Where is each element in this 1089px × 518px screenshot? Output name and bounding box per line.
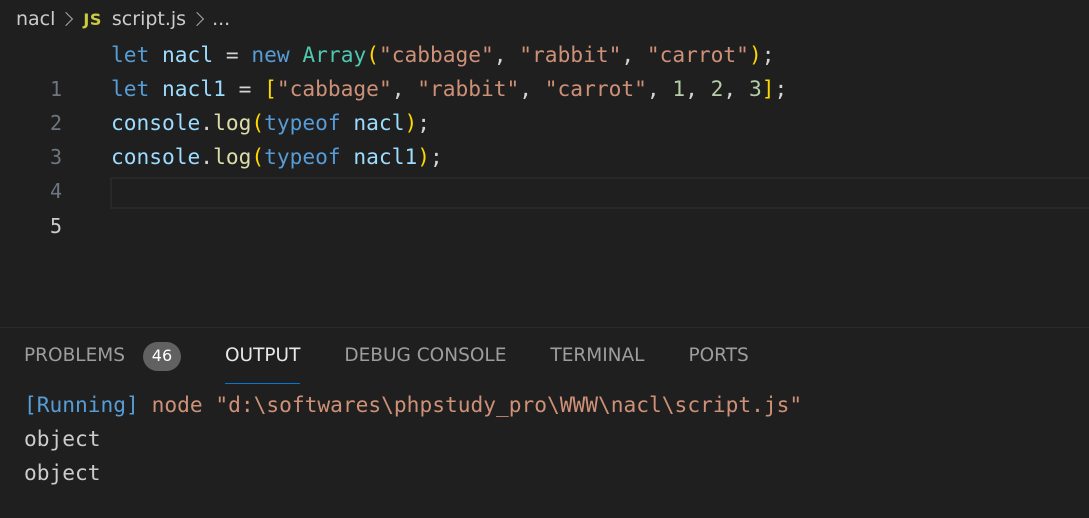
- breadcrumb-symbols[interactable]: ...: [212, 8, 230, 30]
- line-number: 5: [49, 214, 62, 238]
- code-line[interactable]: 4 console.log(typeof nacl1);: [0, 140, 1089, 203]
- tab-ports[interactable]: PORTS: [688, 328, 748, 384]
- running-tag: [Running]: [24, 392, 139, 417]
- problems-count-badge: 46: [142, 341, 181, 371]
- tab-problems[interactable]: PROBLEMS 46: [24, 328, 181, 384]
- breadcrumb: nacl JS script.js ...: [0, 0, 1089, 38]
- code-text: let nacl = new Array("cabbage", "rabbit"…: [111, 42, 775, 67]
- javascript-file-icon: JS: [83, 9, 102, 29]
- tab-terminal[interactable]: TERMINAL: [550, 328, 644, 384]
- tab-label: TERMINAL: [550, 345, 645, 366]
- chevron-right-icon: [59, 11, 74, 27]
- chevron-right-icon: [190, 11, 205, 27]
- tab-label: PORTS: [688, 345, 749, 366]
- code-line[interactable]: 1 let nacl = new Array("cabbage", "rabbi…: [0, 38, 1089, 101]
- code-line-active[interactable]: 5: [0, 175, 1089, 238]
- output-line-running: [Running] node "d:\softwares\phpstudy_pr…: [24, 388, 802, 422]
- code-text: console.log(typeof nacl1);: [111, 144, 443, 169]
- output-line: object: [24, 460, 101, 485]
- tab-label: OUTPUT: [224, 345, 301, 366]
- tab-output[interactable]: OUTPUT: [224, 328, 301, 384]
- breadcrumb-file[interactable]: script.js: [112, 8, 186, 30]
- code-text: console.log(typeof nacl);: [111, 110, 430, 135]
- code-editor[interactable]: 1 let nacl = new Array("cabbage", "rabbi…: [0, 38, 1089, 328]
- code-line[interactable]: 2 let nacl1 = ["cabbage", "rabbit", "car…: [0, 72, 1089, 135]
- breadcrumb-folder[interactable]: nacl: [16, 8, 55, 30]
- bottom-panel: PROBLEMS 46 OUTPUT DEBUG CONSOLE TERMINA…: [0, 327, 1089, 518]
- code-line[interactable]: 3 console.log(typeof nacl);: [0, 106, 1089, 169]
- panel-tabs: PROBLEMS 46 OUTPUT DEBUG CONSOLE TERMINA…: [0, 328, 1089, 384]
- code-text: let nacl1 = ["cabbage", "rabbit", "carro…: [111, 76, 788, 101]
- output-line: object: [24, 426, 101, 451]
- running-command: node "d:\softwares\phpstudy_pro\WWW\nacl…: [138, 392, 803, 417]
- tab-debug-console[interactable]: DEBUG CONSOLE: [344, 328, 506, 384]
- tab-label: PROBLEMS: [24, 345, 125, 366]
- tab-label: DEBUG CONSOLE: [344, 345, 507, 366]
